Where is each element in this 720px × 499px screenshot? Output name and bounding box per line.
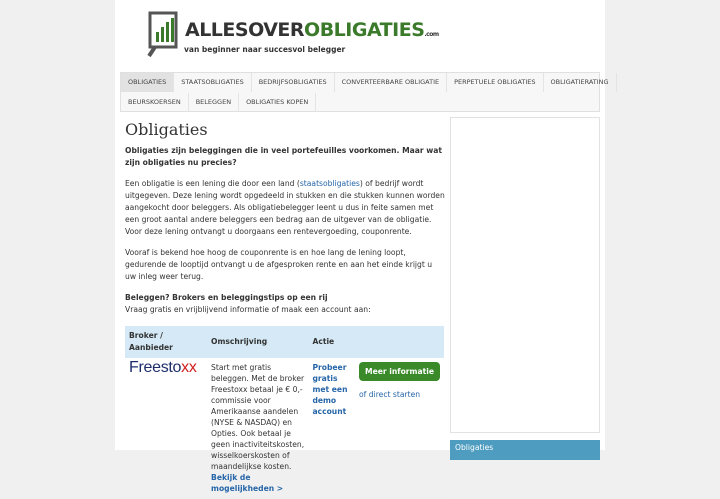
- page-title: Obligaties: [125, 120, 208, 139]
- sidebar-ad-box: [450, 117, 600, 433]
- table-header-row: Broker / Aanbieder Omschrijving Actie: [125, 326, 444, 358]
- broker-action-cell: Probeer gratis met een demo account: [308, 358, 356, 499]
- table-row: Freestoxx Start met gratis beleggen. Met…: [125, 358, 444, 499]
- nav-item-beurskoersen[interactable]: Beurskoersen: [121, 93, 189, 112]
- broker-description: Start met gratis beleggen. Met de broker…: [211, 363, 305, 471]
- logo-title: ALLESOVEROBLIGATIES.com: [185, 19, 439, 41]
- demo-account-link[interactable]: Probeer gratis met een demo account: [312, 363, 347, 416]
- main-content: Obligaties Obligaties zijn beleggingen d…: [125, 120, 445, 499]
- paragraph-coupon: Vooraf is bekend hoe hoog de couponrente…: [125, 248, 433, 281]
- staatsobligaties-link[interactable]: staatsobligaties: [300, 179, 360, 188]
- intro-text: Obligaties zijn beleggingen die in veel …: [125, 146, 443, 167]
- brokers-subtext: Vraag gratis en vrijblijvend informatie …: [125, 305, 371, 314]
- column-header-actie: Actie: [308, 326, 444, 358]
- nav-item-staatsobligaties[interactable]: Staatsobligaties: [174, 73, 252, 92]
- nav-item-bedrijfsobligaties[interactable]: Bedrijfsobligaties: [252, 73, 335, 92]
- broker-table: Broker / Aanbieder Omschrijving Actie Fr…: [125, 326, 444, 499]
- freestoxx-logo[interactable]: Freestoxx: [129, 360, 203, 376]
- direct-starten-link[interactable]: of direct starten: [359, 389, 440, 400]
- sidebar-tab-obligaties[interactable]: Obligaties: [450, 440, 600, 460]
- bekijk-mogelijkheden-link[interactable]: Bekijk de mogelijkheden >: [211, 473, 283, 493]
- column-header-broker: Broker / Aanbieder: [125, 326, 208, 358]
- nav-item-obligaties[interactable]: Obligaties: [121, 73, 175, 92]
- broker-description-cell: Start met gratis beleggen. Met de broker…: [207, 358, 309, 499]
- nav-item-converteerbare-obligatie[interactable]: Converteerbare obligatie: [335, 73, 448, 92]
- nav-row-1: Obligaties Staatsobligaties Bedrijfsobli…: [121, 73, 617, 92]
- nav-item-obligatierating[interactable]: Obligatierating: [544, 73, 617, 92]
- nav-item-obligaties-kopen[interactable]: Obligaties kopen: [239, 93, 317, 112]
- magnifier-chart-icon: [147, 11, 178, 58]
- column-header-omschrijving: Omschrijving: [207, 326, 309, 358]
- page-container: ALLESOVEROBLIGATIES.com van beginner naa…: [115, 0, 617, 499]
- nav-item-perpetuele-obligaties[interactable]: Perpetuele obligaties: [447, 73, 544, 92]
- nav-row-2: Beurskoersen Beleggen Obligaties kopen: [121, 93, 317, 112]
- broker-logo-cell: Freestoxx: [125, 358, 208, 499]
- meer-informatie-button[interactable]: Meer informatie: [359, 362, 440, 381]
- paragraph-definition: Een obligatie is een lening die door een…: [125, 179, 445, 236]
- logo-tagline: van beginner naar succesvol belegger: [184, 45, 346, 54]
- broker-cta-cell: Meer informatie of direct starten: [355, 358, 444, 499]
- main-navigation: Obligaties Staatsobligaties Bedrijfsobli…: [120, 72, 617, 112]
- site-logo[interactable]: ALLESOVEROBLIGATIES.com van beginner naa…: [147, 10, 439, 60]
- brokers-heading: Beleggen? Brokers en beleggingstips op e…: [125, 293, 328, 302]
- nav-item-beleggen[interactable]: Beleggen: [189, 93, 240, 112]
